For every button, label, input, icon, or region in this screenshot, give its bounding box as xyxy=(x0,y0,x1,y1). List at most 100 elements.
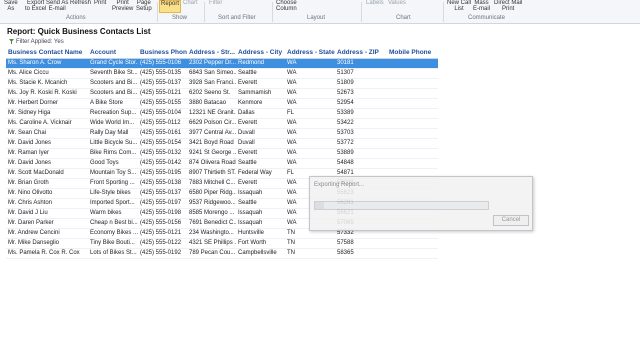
table-cell: Issaquah xyxy=(236,208,285,219)
table-cell xyxy=(387,98,438,109)
chart-labels-button[interactable]: Labels xyxy=(366,0,384,6)
table-row[interactable]: Ms. Sharon A. Crow Grand Cycle Stor... (42… xyxy=(6,58,438,69)
column-header[interactable]: Address - Str... xyxy=(187,48,236,59)
table-cell: 7883 Mitchell C... xyxy=(187,178,236,189)
table-cell: Kenmore xyxy=(236,98,285,109)
table-cell xyxy=(387,78,438,89)
table-cell: Imported Sport... xyxy=(88,198,138,209)
table-cell: (425) 555-0132 xyxy=(138,148,187,159)
table-cell: Economy Bikes ... xyxy=(88,228,138,239)
table-cell: 7691 Benedict C... xyxy=(187,218,236,229)
table-row[interactable]: Ms. Caroline A. Vicknair Wide World Im...… xyxy=(6,118,438,129)
table-cell: 51809 xyxy=(335,78,387,89)
page-setup-button[interactable]: Page Setup xyxy=(136,0,152,12)
table-cell: Ms. Sharon A. Crow xyxy=(6,58,88,69)
column-header[interactable]: Business Contact Name xyxy=(6,48,88,59)
table-cell: Mr. Nino Olivotto xyxy=(6,188,88,199)
table-cell: (425) 555-0138 xyxy=(138,178,187,189)
table-cell: 53772 xyxy=(335,138,387,149)
table-cell: TN xyxy=(285,248,335,259)
mass-email-button[interactable]: Mass E-mail xyxy=(473,0,490,12)
table-row[interactable]: Mr. Sean Chai Rally Day Mall (425) 555-016… xyxy=(6,128,438,139)
column-header[interactable]: Account xyxy=(88,48,138,59)
direct-mail-print-button[interactable]: Direct Mail Print xyxy=(494,0,522,12)
table-row[interactable]: Mr. David Jones Little Bicycle Su... (425)… xyxy=(6,138,438,149)
table-row[interactable]: Mr. Herbert Dorner A Bike Store (425) 555-… xyxy=(6,98,438,109)
column-header[interactable]: Address - City xyxy=(236,48,285,59)
column-header[interactable]: Address - ZIP xyxy=(335,48,387,59)
table-cell: (425) 555-0135 xyxy=(138,68,187,79)
chart-values-button[interactable]: Values xyxy=(388,0,406,6)
table-cell xyxy=(387,128,438,139)
table-cell: Grand Cycle Stor... xyxy=(88,58,138,69)
table-cell: Mr. Andrew Cencini xyxy=(6,228,88,239)
table-cell: Mr. Chris Ashton xyxy=(6,198,88,209)
new-call-list-button[interactable]: New Call List xyxy=(447,0,471,12)
group-label-show: Show xyxy=(172,15,188,21)
table-cell: 2302 Pepper Dr... xyxy=(187,58,236,69)
column-header[interactable]: Mobile Phone xyxy=(387,48,438,59)
chart-view-button[interactable]: Chart xyxy=(183,0,198,6)
report-title: Report: Quick Business Contacts List xyxy=(7,27,151,36)
filter-button[interactable]: Filter xyxy=(209,0,222,6)
table-cell xyxy=(387,88,438,99)
table-cell: Mr. Mike Danseglio xyxy=(6,238,88,249)
ribbon-toolbar: Save As Export to Excel Send As E-mail R… xyxy=(0,0,640,24)
table-row[interactable]: Ms. Pamela R. Cox R. Cox Lots of Bikes St… xyxy=(6,248,438,259)
table-header-row: Business Contact Name Account Business P… xyxy=(6,48,438,59)
table-cell: Everett xyxy=(236,148,285,159)
table-row[interactable]: Ms. Alice Ciccu Seventh Bike St... (425) 5… xyxy=(6,68,438,79)
group-separator xyxy=(204,2,205,22)
table-cell: Rally Day Mall xyxy=(88,128,138,139)
group-separator xyxy=(361,2,362,22)
table-cell: Ms. Alice Ciccu xyxy=(6,68,88,79)
table-row[interactable]: Mr. Mike Danseglio Tiny Bike Bouti... (425… xyxy=(6,238,438,249)
table-row[interactable]: Mr. Sidney Higa Recreation Sup... (425) 55… xyxy=(6,108,438,119)
table-cell: (425) 555-0137 xyxy=(138,78,187,89)
report-view-button[interactable]: Report xyxy=(159,0,181,13)
choose-column-button[interactable]: Choose Column xyxy=(276,0,297,12)
table-cell: 52673 xyxy=(335,88,387,99)
column-header[interactable]: Address - State xyxy=(285,48,335,59)
print-button[interactable]: Print xyxy=(94,0,106,6)
table-cell: Mr. Sidney Higa xyxy=(6,108,88,119)
export-progress-fill xyxy=(315,202,324,209)
send-as-email-button[interactable]: Send As E-mail xyxy=(46,0,68,12)
table-cell: WA xyxy=(285,88,335,99)
save-as-button[interactable]: Save As xyxy=(4,0,18,12)
table-cell: Issaquah xyxy=(236,218,285,229)
table-cell: Wide World Im... xyxy=(88,118,138,129)
table-cell: Life-Style bikes xyxy=(88,188,138,199)
table-row[interactable]: Ms. Stacie K. Mcanich Scooters and Bi...(… xyxy=(6,78,438,89)
table-cell: (425) 555-0112 xyxy=(138,118,187,129)
group-label-sort-filter: Sort and Filter xyxy=(218,15,256,21)
table-cell: 53703 xyxy=(335,128,387,139)
table-cell: 6202 Seeno St. xyxy=(187,88,236,99)
table-cell: (425) 555-0195 xyxy=(138,168,187,179)
table-cell: 789 Pecan Cou... xyxy=(187,248,236,259)
table-cell: 54848 xyxy=(335,158,387,169)
table-cell: Everett xyxy=(236,118,285,129)
table-cell: 9241 St George ... xyxy=(187,148,236,159)
table-row[interactable]: Mr. Raman Iyer Bike Rims Com... (425) 555-… xyxy=(6,148,438,159)
table-cell: Mr. Sean Chai xyxy=(6,128,88,139)
filter-applied-indicator[interactable]: Filter Applied: Yes xyxy=(9,39,64,45)
cancel-button[interactable]: Cancel xyxy=(493,215,529,226)
group-separator xyxy=(443,2,444,22)
table-cell: 30181 xyxy=(335,58,387,69)
print-preview-button[interactable]: Print Preview xyxy=(112,0,133,12)
table-cell: Sammamish xyxy=(236,88,285,99)
table-cell: 53389 xyxy=(335,108,387,119)
group-separator xyxy=(272,2,273,22)
group-label-layout: Layout xyxy=(307,15,326,21)
column-header[interactable]: Business Phone xyxy=(138,48,187,59)
export-progress-dialog: Exporting Report... Cancel xyxy=(309,176,533,231)
table-row[interactable]: Ms. Joy R. Koski R. Koski Scooters and Bi… xyxy=(6,88,438,99)
table-cell: (425) 555-0198 xyxy=(138,208,187,219)
export-to-excel-button[interactable]: Export to Excel xyxy=(25,0,46,12)
refresh-button[interactable]: Refresh xyxy=(70,0,91,6)
group-label-chart: Chart xyxy=(396,15,411,21)
table-cell: Ms. Stacie K. Mcanich xyxy=(6,78,88,89)
table-row[interactable]: Mr. David Jones Good Toys (425) 555-0142 87… xyxy=(6,158,438,169)
table-cell: 53422 xyxy=(335,118,387,129)
